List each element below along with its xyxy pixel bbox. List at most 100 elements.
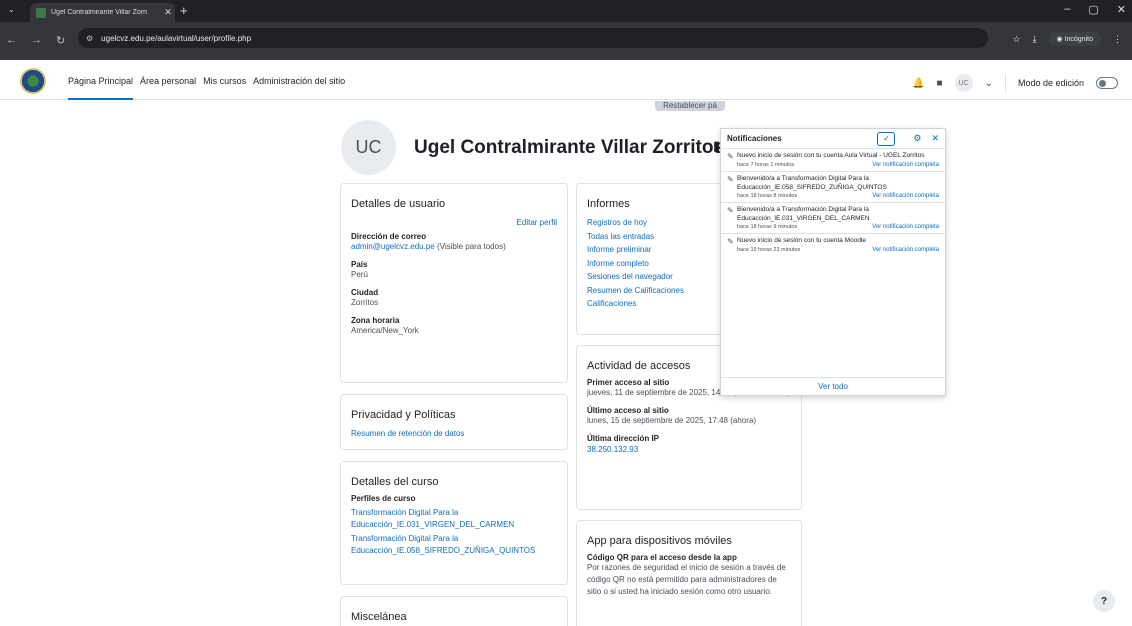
- chevron-down-icon[interactable]: ⌄: [985, 78, 993, 89]
- notification-message: Nuevo inicio de sesión con tu cuenta Aul…: [737, 152, 925, 159]
- primary-navigation: Página Principal Área personal Mis curso…: [68, 76, 345, 100]
- user-details-card: Detalles de usuario Editar perfil Direcc…: [340, 183, 568, 383]
- course-link-sifredo-zuniga[interactable]: Transformación Digital Para la Educacció…: [351, 533, 557, 557]
- edit-profile-link[interactable]: Editar perfil: [351, 216, 557, 230]
- timezone-value: America/New_York: [351, 325, 419, 335]
- course-profiles-label: Perfiles de curso: [351, 494, 416, 503]
- navbar-right: 🔔 ■ UC ⌄ Modo de edición: [912, 74, 1118, 92]
- nav-buttons: ← → ↻: [6, 34, 65, 47]
- close-window-icon[interactable]: ✕: [1117, 3, 1126, 16]
- nav-item-home[interactable]: Página Principal: [68, 76, 134, 100]
- notification-icon: ✎: [727, 206, 734, 215]
- browser-actions: ☆ ⤓ ◉ Incógnito ⋮: [1012, 32, 1122, 46]
- window-controls: – ▢ ✕: [1064, 3, 1126, 16]
- notification-time: hace 7 horas 1 minutos: [737, 162, 795, 168]
- browser-tab[interactable]: Ugel Contralmirante Villar Zorri ✕: [30, 3, 175, 22]
- navbar-divider: [1004, 74, 1006, 92]
- download-icon[interactable]: ⤓: [1033, 34, 1037, 45]
- notification-time: hace 18 horas 9 minutos: [737, 224, 798, 230]
- privacy-card: Privacidad y Políticas Resumen de retenc…: [340, 394, 568, 450]
- email-row: admin@ugelcvz.edu.pe (Visible para todos…: [351, 241, 557, 252]
- site-info-icon[interactable]: ⚙: [86, 34, 93, 43]
- mobile-title: App para dispositivos móviles: [587, 535, 732, 547]
- email-label: Dirección de correo: [351, 231, 427, 241]
- browser-menu-icon[interactable]: ⋮: [1113, 34, 1122, 45]
- notification-item[interactable]: ✎ Nuevo inicio de sesión con tu cuenta Au…: [721, 149, 945, 172]
- tab-search-icon[interactable]: ⌄: [8, 5, 15, 14]
- course-details-title: Detalles del curso: [351, 476, 439, 488]
- nav-item-dashboard[interactable]: Área personal: [140, 76, 196, 100]
- notification-message: Bienvenido/a a Transformación Digital Pa…: [737, 175, 887, 191]
- address-bar-row: ← → ↻ ⚙ ugelcvz.edu.pe/aulavirtual/user/…: [0, 22, 1132, 60]
- notification-icon: ✎: [727, 152, 734, 161]
- last-ip-label: Última dirección IP: [587, 434, 660, 443]
- city-label: Ciudad: [351, 287, 379, 297]
- minimize-icon[interactable]: –: [1064, 3, 1070, 16]
- site-navbar: Página Principal Área personal Mis curso…: [0, 60, 1132, 100]
- view-full-notification-link[interactable]: Ver notificación completa: [872, 192, 939, 200]
- browser-tab-bar: ⌄ Ugel Contralmirante Villar Zorri ✕ + –…: [0, 0, 1132, 22]
- last-access-label: Último acceso al sitio: [587, 406, 669, 415]
- course-link-virgen-del-carmen[interactable]: Transformación Digital Para la Educacció…: [351, 507, 557, 531]
- bookmark-star-icon[interactable]: ☆: [1012, 34, 1020, 45]
- tab-title: Ugel Contralmirante Villar Zorri: [51, 9, 147, 16]
- url-input[interactable]: ⚙ ugelcvz.edu.pe/aulavirtual/user/profil…: [78, 28, 988, 48]
- notification-settings-icon[interactable]: ⚙: [913, 133, 921, 144]
- notification-time: hace 19 horas 23 minutos: [737, 247, 801, 253]
- timezone-label: Zona horaria: [351, 315, 400, 325]
- notification-item[interactable]: ✎ Bienvenido/a a Transformación Digital P…: [721, 172, 945, 203]
- mobile-app-card: App para dispositivos móviles Código QR …: [576, 520, 802, 626]
- edit-mode-label: Modo de edición: [1017, 78, 1084, 88]
- incognito-badge[interactable]: ◉ Incógnito: [1048, 32, 1101, 46]
- nav-item-my-courses[interactable]: Mis cursos: [203, 76, 246, 100]
- course-details-card: Detalles del curso Perfiles de curso Tra…: [340, 461, 568, 585]
- close-popover-icon[interactable]: ✕: [931, 133, 939, 144]
- profile-header: UC Ugel Contralmirante Villar Zorritos: [341, 120, 724, 175]
- last-access-value: lunes, 15 de septiembre de 2025, 17:48 (…: [587, 416, 757, 425]
- view-full-notification-link[interactable]: Ver notificación completa: [872, 223, 939, 231]
- edit-mode-toggle[interactable]: [1096, 77, 1118, 89]
- notification-item[interactable]: ✎ Nuevo inicio de sesión con tu cuenta Mo…: [721, 234, 945, 256]
- user-details-title: Detalles de usuario: [351, 198, 446, 210]
- new-tab-icon[interactable]: +: [180, 3, 188, 18]
- mark-all-read-button[interactable]: ✓: [877, 131, 896, 146]
- country-label: País: [351, 259, 368, 269]
- site-logo[interactable]: [20, 68, 46, 94]
- back-icon[interactable]: ←: [6, 34, 17, 47]
- maximize-icon[interactable]: ▢: [1088, 3, 1098, 16]
- close-tab-icon[interactable]: ✕: [161, 7, 175, 18]
- notification-message: Bienvenido/a a Transformación Digital Pa…: [737, 206, 870, 222]
- notifications-popover: Notificaciones ✓ ⚙ ✕ ✎ Nuevo inicio de se…: [720, 128, 946, 396]
- notifications-title: Notificaciones: [727, 134, 782, 143]
- notifications-header: Notificaciones ✓ ⚙ ✕: [721, 129, 945, 149]
- country-value: Perú: [351, 269, 368, 279]
- misc-title: Miscelánea: [351, 611, 407, 623]
- notification-message: Nuevo inicio de sesión con tu cuenta Moo…: [737, 237, 866, 244]
- qr-label: Código QR para el acceso desde la app: [587, 553, 737, 562]
- email-visibility: (Visible para todos): [436, 241, 506, 251]
- notification-time: hace 18 horas 8 minutos: [737, 193, 798, 199]
- reset-page-button[interactable]: Restablecer pá: [655, 101, 725, 111]
- notification-icon: ✎: [727, 237, 734, 246]
- see-all-notifications-link[interactable]: Ver todo: [721, 377, 945, 395]
- nav-item-site-admin[interactable]: Administración del sitio: [253, 76, 345, 100]
- data-retention-link[interactable]: Resumen de retención de datos: [351, 427, 557, 441]
- help-button[interactable]: ?: [1093, 590, 1115, 612]
- reload-icon[interactable]: ↻: [56, 34, 65, 47]
- messages-icon[interactable]: ■: [937, 78, 943, 89]
- user-menu-avatar[interactable]: UC: [954, 74, 973, 92]
- notification-bell-icon[interactable]: 🔔: [912, 78, 924, 89]
- misc-card: Miscelánea: [340, 596, 568, 626]
- email-link[interactable]: admin@ugelcvz.edu.pe: [351, 242, 435, 251]
- favicon-icon: [36, 7, 46, 18]
- profile-avatar: UC: [341, 120, 396, 175]
- notification-item[interactable]: ✎ Bienvenido/a a Transformación Digital P…: [721, 203, 945, 234]
- qr-text: Por razones de seguridad el inicio de se…: [587, 563, 786, 596]
- last-ip-link[interactable]: 38.250.132.93: [587, 443, 791, 457]
- profile-fullname: Ugel Contralmirante Villar Zorritos: [414, 136, 725, 158]
- view-full-notification-link[interactable]: Ver notificación completa: [872, 246, 939, 254]
- forward-icon[interactable]: →: [31, 34, 42, 47]
- privacy-title: Privacidad y Políticas: [351, 409, 456, 421]
- view-full-notification-link[interactable]: Ver notificación completa: [872, 161, 939, 169]
- url-text: ugelcvz.edu.pe/aulavirtual/user/profile.…: [101, 33, 252, 43]
